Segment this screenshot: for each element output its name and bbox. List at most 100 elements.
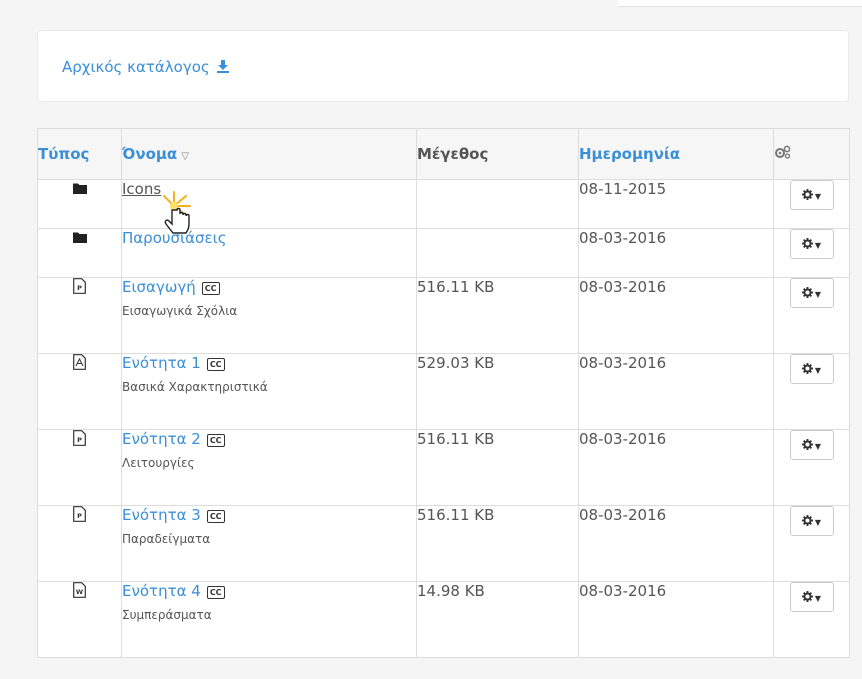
table-row: Παρουσιάσεις 08-03-2016 ▼	[37, 228, 850, 278]
row-actions-button[interactable]: ▼	[789, 278, 834, 308]
file-date: 08-03-2016	[579, 506, 667, 524]
row-actions-button[interactable]: ▼	[789, 180, 834, 210]
actions-cell: ▼	[773, 353, 850, 430]
column-header-size: Μέγεθος	[416, 128, 579, 180]
size-cell	[416, 179, 579, 229]
date-cell: 08-11-2015	[578, 179, 774, 229]
folder-link[interactable]: Παρουσιάσεις	[122, 229, 227, 247]
date-cell: 08-03-2016	[578, 228, 774, 278]
file-date: 08-03-2016	[579, 430, 667, 448]
row-actions-button[interactable]: ▼	[789, 354, 834, 384]
file-link[interactable]: Ενότητα 2	[122, 430, 201, 448]
cc-license-icon: CC	[206, 358, 225, 371]
size-cell: 516.11 KB	[416, 429, 579, 506]
row-actions-button[interactable]: ▼	[789, 582, 834, 612]
cc-license-icon: CC	[206, 510, 225, 523]
file-date: 08-03-2016	[579, 278, 667, 296]
gear-icon	[801, 514, 813, 528]
svg-text:P: P	[77, 436, 82, 444]
folder-link[interactable]: Icons	[122, 180, 161, 198]
actions-cell: ▼	[773, 179, 850, 229]
chevron-down-icon: ▼	[814, 241, 822, 250]
gear-icon	[801, 590, 813, 604]
word-file-icon: W	[73, 582, 86, 602]
name-cell: Ενότητα 1 CC Βασικά Χαρακτηριστικά	[121, 353, 417, 430]
file-description: Λειτουργίες	[122, 456, 195, 470]
size-cell: 516.11 KB	[416, 277, 579, 354]
name-cell: Ενότητα 2 CC Λειτουργίες	[121, 429, 417, 506]
actions-cell: ▼	[773, 505, 850, 582]
pdf-file-icon	[73, 354, 86, 374]
gear-icon	[801, 438, 813, 452]
actions-cell: ▼	[773, 581, 850, 658]
file-link[interactable]: Εισαγωγή	[122, 278, 196, 296]
file-link[interactable]: Ενότητα 4	[122, 582, 201, 600]
date-cell: 08-03-2016	[578, 581, 774, 658]
name-cell: Icons	[121, 179, 417, 229]
column-header-actions	[773, 128, 850, 180]
sort-descending-icon: ▽	[181, 151, 189, 162]
column-header-type[interactable]: Τύπος	[37, 128, 122, 180]
file-description: Εισαγωγικά Σχόλια	[122, 304, 238, 318]
table-row: P Ενότητα 2 CC Λειτουργίες 516.11 KB 08-03-20…	[37, 429, 850, 506]
file-date: 08-03-2016	[579, 582, 667, 600]
svg-text:W: W	[76, 588, 83, 596]
type-cell: P	[37, 429, 122, 506]
file-description: Παραδείγματα	[122, 532, 211, 546]
table-row: Ενότητα 1 CC Βασικά Χαρακτηριστικά 529.03 K…	[37, 353, 850, 430]
cc-license-icon: CC	[201, 282, 220, 295]
ppt-file-icon: P	[73, 278, 86, 298]
size-cell	[416, 228, 579, 278]
svg-text:P: P	[77, 284, 82, 292]
actions-cell: ▼	[773, 429, 850, 506]
table-row: P Εισαγωγή CC Εισαγωγικά Σχόλια 516.11 KB 08-…	[37, 277, 850, 354]
file-size: 516.11 KB	[417, 278, 495, 296]
gears-icon	[774, 145, 792, 163]
ppt-file-icon: P	[73, 506, 86, 526]
file-link[interactable]: Ενότητα 3	[122, 506, 201, 524]
type-cell: P	[37, 277, 122, 354]
row-actions-button[interactable]: ▼	[789, 229, 834, 259]
file-size: 516.11 KB	[417, 506, 495, 524]
size-cell: 14.98 KB	[416, 581, 579, 658]
type-cell	[37, 353, 122, 430]
file-link[interactable]: Ενότητα 1	[122, 354, 201, 372]
chevron-down-icon: ▼	[814, 442, 822, 451]
top-strip	[618, 0, 862, 7]
gear-icon	[801, 188, 813, 202]
date-cell: 08-03-2016	[578, 277, 774, 354]
type-cell: W	[37, 581, 122, 658]
chevron-down-icon: ▼	[814, 366, 822, 375]
date-cell: 08-03-2016	[578, 353, 774, 430]
gear-icon	[801, 362, 813, 376]
row-actions-button[interactable]: ▼	[789, 506, 834, 536]
date-cell: 08-03-2016	[578, 429, 774, 506]
name-cell: Παρουσιάσεις	[121, 228, 417, 278]
root-directory-label: Αρχικός κατάλογος	[62, 58, 210, 76]
name-cell: Εισαγωγή CC Εισαγωγικά Σχόλια	[121, 277, 417, 354]
breadcrumb: Αρχικός κατάλογος	[37, 30, 849, 102]
row-actions-button[interactable]: ▼	[789, 430, 834, 460]
file-size: 14.98 KB	[417, 582, 485, 600]
date-cell: 08-03-2016	[578, 505, 774, 582]
folder-icon	[72, 229, 87, 247]
file-date: 08-03-2016	[579, 354, 667, 372]
actions-cell: ▼	[773, 277, 850, 354]
gear-icon	[801, 237, 813, 251]
file-table: Τύπος Όνομα ▽ Μέγεθος Ημερομηνία Icons 08-…	[37, 128, 850, 658]
table-row: Icons 08-11-2015 ▼	[37, 179, 850, 229]
svg-text:P: P	[77, 512, 82, 520]
name-cell: Ενότητα 3 CC Παραδείγματα	[121, 505, 417, 582]
actions-cell: ▼	[773, 228, 850, 278]
download-icon[interactable]	[216, 59, 230, 77]
type-cell: P	[37, 505, 122, 582]
table-row: W Ενότητα 4 CC Συμπεράσματα 14.98 KB 08-03-20…	[37, 581, 850, 658]
column-header-date[interactable]: Ημερομηνία	[578, 128, 774, 180]
size-cell: 516.11 KB	[416, 505, 579, 582]
file-description: Συμπεράσματα	[122, 608, 212, 622]
root-directory-link[interactable]: Αρχικός κατάλογος	[62, 58, 230, 77]
file-date: 08-03-2016	[579, 229, 667, 247]
file-size: 516.11 KB	[417, 430, 495, 448]
column-header-name[interactable]: Όνομα ▽	[121, 128, 417, 180]
gear-icon	[801, 286, 813, 300]
